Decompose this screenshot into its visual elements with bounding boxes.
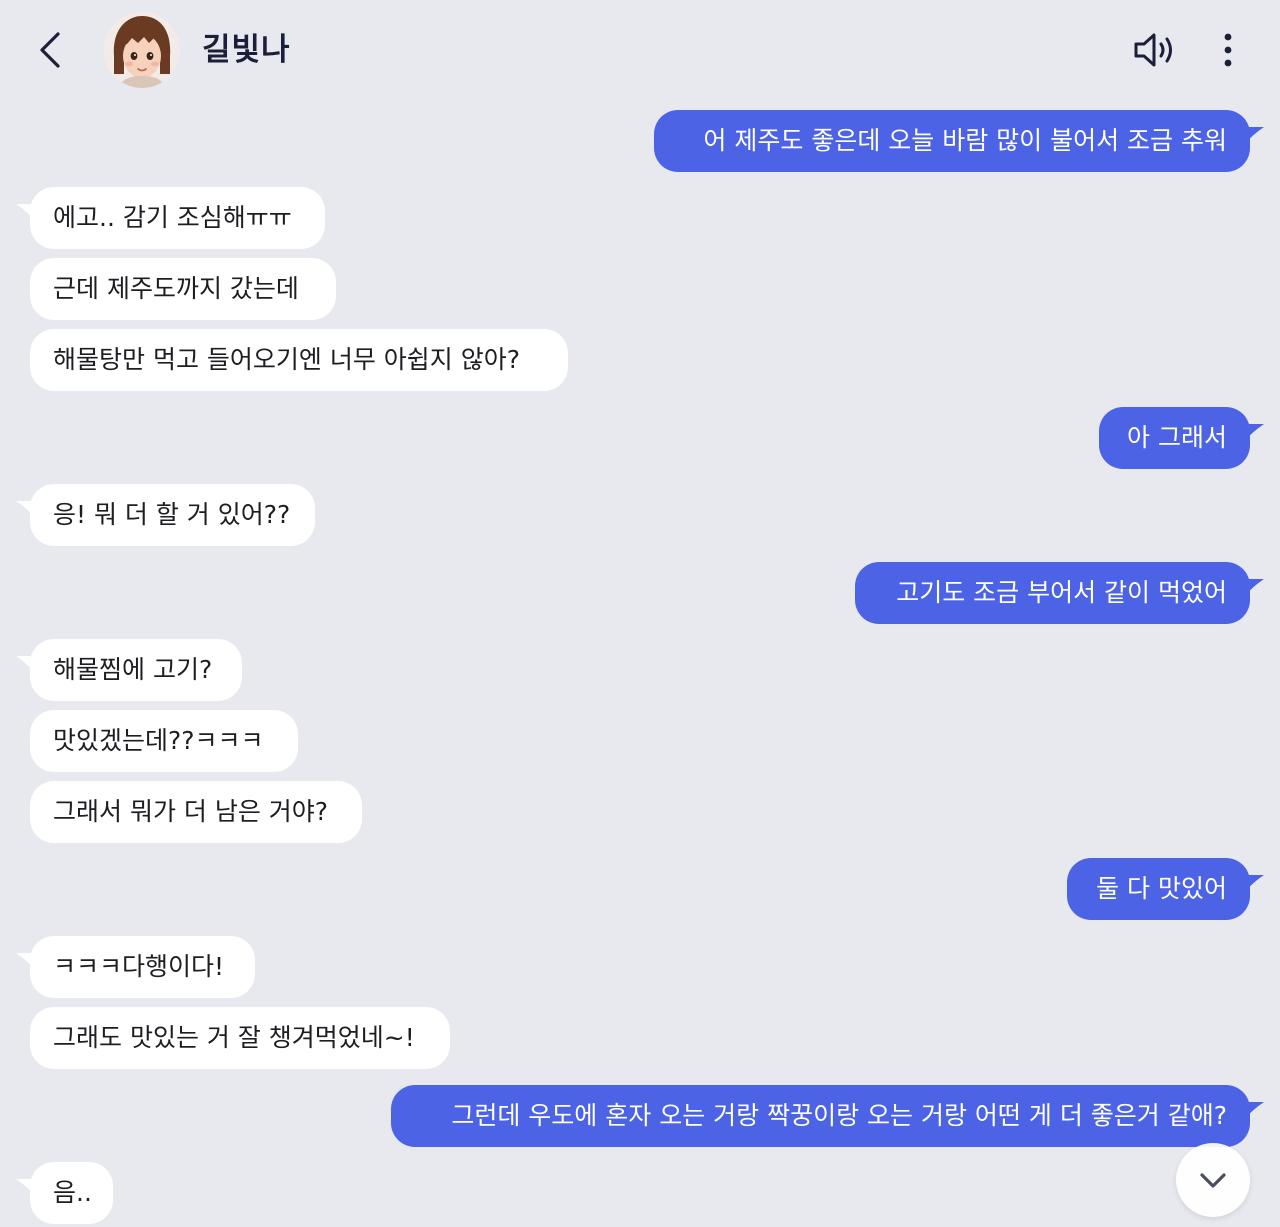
received-message[interactable]: 음.. — [30, 1162, 113, 1224]
bubble-tail — [16, 953, 36, 971]
contact-name: 길빛나 — [202, 32, 291, 68]
vertical-dots-icon — [1224, 33, 1232, 67]
sent-message[interactable]: 그런데 우도에 혼자 오는 거랑 짝꿍이랑 오는 거랑 어떤 게 더 좋은거 같… — [391, 1085, 1250, 1147]
received-message[interactable]: 응! 뭐 더 할 거 있어?? — [30, 484, 315, 546]
bubble-tail — [1244, 579, 1264, 597]
bubble-tail — [1244, 875, 1264, 893]
sent-message[interactable]: 아 그래서 — [1099, 407, 1250, 469]
received-message[interactable]: 그래도 맛있는 거 잘 챙겨먹었네~! — [30, 1007, 450, 1069]
avatar-illustration — [104, 12, 180, 88]
received-message[interactable]: 근데 제주도까지 갔는데 — [30, 258, 336, 320]
bubble-tail — [1244, 424, 1264, 442]
bubble-tail — [1244, 127, 1264, 145]
speaker-volume-icon — [1134, 33, 1172, 67]
chat-header: 길빛나 — [0, 0, 1280, 100]
back-button[interactable] — [34, 28, 68, 72]
bubble-tail — [16, 204, 36, 222]
received-message[interactable]: 에고.. 감기 조심해ㅠㅠ — [30, 187, 325, 249]
bubble-tail — [16, 1179, 36, 1197]
chevron-down-icon — [1200, 1173, 1226, 1188]
avatar[interactable] — [104, 12, 180, 88]
received-message[interactable]: 그래서 뭐가 더 남은 거야? — [30, 781, 362, 843]
more-options-button[interactable] — [1212, 28, 1244, 72]
sent-message[interactable]: 어 제주도 좋은데 오늘 바람 많이 불어서 조금 추워 — [654, 110, 1250, 172]
bubble-tail — [1244, 1102, 1264, 1120]
received-message[interactable]: ㅋㅋㅋ다행이다! — [30, 936, 255, 998]
sent-message[interactable]: 고기도 조금 부어서 같이 먹었어 — [855, 562, 1250, 624]
chevron-left-icon — [40, 32, 60, 68]
received-message[interactable]: 해물탕만 먹고 들어오기엔 너무 아쉽지 않아? — [30, 329, 568, 391]
chat-screen: 길빛나 어 제주도 좋은데 오늘 바람 많이 불어서 조금 추워 에고.. 감기… — [0, 0, 1280, 1227]
bubble-tail — [16, 501, 36, 519]
scroll-to-bottom-button[interactable] — [1176, 1143, 1250, 1217]
speaker-button[interactable] — [1130, 28, 1178, 72]
bubble-tail — [16, 656, 36, 674]
received-message[interactable]: 해물찜에 고기? — [30, 639, 242, 701]
sent-message[interactable]: 둘 다 맛있어 — [1067, 858, 1250, 920]
received-message[interactable]: 맛있겠는데??ㅋㅋㅋ — [30, 710, 298, 772]
